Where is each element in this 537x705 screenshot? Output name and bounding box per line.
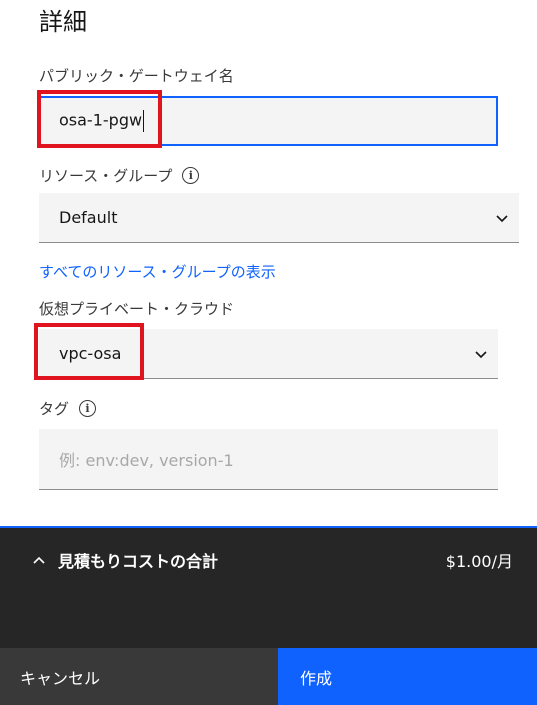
cost-summary-panel [0, 528, 537, 648]
cost-summary-value: $1.00/月 [445, 552, 513, 571]
vpc-select[interactable]: vpc-osa [39, 329, 498, 379]
chevron-down-icon [485, 210, 519, 226]
text-cursor [143, 110, 145, 132]
tags-input[interactable]: 例: env:dev, version-1 [39, 429, 498, 490]
info-icon[interactable]: i [182, 167, 200, 184]
resource-group-label-text: リソース・グループ [39, 167, 173, 185]
resource-group-label: リソース・グループ i [39, 165, 200, 186]
gateway-name-label-text: パブリック・ゲートウェイ名 [39, 67, 234, 85]
create-button[interactable]: 作成 [278, 648, 537, 705]
chevron-up-icon [33, 556, 45, 564]
resource-group-select[interactable]: Default [39, 193, 519, 243]
gateway-name-value: osa-1-pgw [59, 110, 496, 132]
vpc-value: vpc-osa [59, 344, 122, 363]
vpc-label-text: 仮想プライベート・クラウド [39, 300, 235, 318]
cost-summary-label: 見積もりコストの合計 [58, 552, 219, 571]
cancel-button[interactable]: キャンセル [0, 648, 278, 705]
cost-summary-toggle[interactable]: 見積もりコストの合計 [32, 548, 218, 572]
view-all-resource-groups-link[interactable]: すべてのリソース・グループの表示 [39, 261, 276, 282]
resource-group-value: Default [59, 208, 118, 227]
tags-label: タグ i [39, 398, 97, 419]
tags-label-text: タグ [39, 400, 70, 418]
gateway-name-label: パブリック・ゲートウェイ名 [39, 65, 234, 86]
gateway-name-input[interactable]: osa-1-pgw [39, 96, 498, 146]
chevron-down-icon [464, 346, 498, 362]
vpc-label: 仮想プライベート・クラウド [39, 298, 234, 319]
info-icon[interactable]: i [79, 400, 97, 417]
section-title: 詳細 [39, 8, 87, 36]
tags-placeholder: 例: env:dev, version-1 [59, 451, 234, 470]
